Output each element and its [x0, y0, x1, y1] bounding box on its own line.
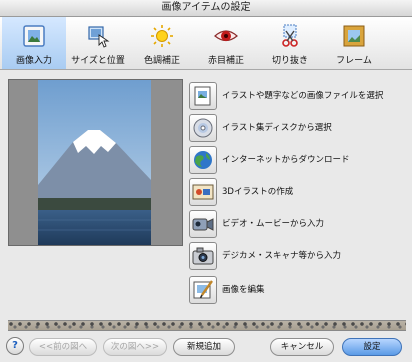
3d-illustration-button[interactable]: [189, 178, 217, 206]
digital-camera-icon: [192, 247, 214, 265]
action-label: ビデオ・ムービーから入力: [222, 219, 325, 229]
cancel-button[interactable]: キャンセル: [270, 338, 334, 356]
new-add-button[interactable]: 新規追加: [173, 338, 235, 356]
action-edit-image[interactable]: 画像を編集: [189, 276, 399, 304]
camera-scanner-input-button[interactable]: [189, 242, 217, 270]
frame-icon: [343, 25, 365, 47]
disc-icon: [193, 118, 213, 138]
action-label: インターネットからダウンロード: [222, 155, 350, 165]
action-label: イラストや題字などの画像ファイルを選択: [222, 91, 384, 101]
tab-image-input[interactable]: 画像入力: [2, 17, 66, 69]
action-label: イラスト集ディスクから選択: [222, 123, 332, 133]
tab-crop[interactable]: 切り抜き: [258, 17, 322, 69]
action-label: デジカメ・スキャナ等から入力: [222, 251, 342, 261]
color-correction-icon: [151, 25, 173, 47]
tab-label: 切り抜き: [271, 56, 308, 66]
action-select-image-file[interactable]: イラストや題字などの画像ファイルを選択: [189, 82, 399, 110]
tab-bar: 画像入力 サイズと位置 色調補正 赤目補正 切り抜き フレーム: [0, 17, 412, 70]
help-button[interactable]: ?: [6, 337, 24, 355]
video-input-button[interactable]: [189, 210, 217, 238]
select-image-file-button[interactable]: [189, 82, 217, 110]
tab-label: 色調補正: [143, 56, 180, 66]
image-file-icon: [194, 86, 211, 106]
tab-label: フレーム: [336, 56, 372, 66]
action-internet-download[interactable]: インターネットからダウンロード: [189, 146, 399, 174]
crop-icon: [282, 24, 298, 47]
edit-image-button[interactable]: [189, 276, 217, 304]
tab-red-eye[interactable]: 赤目補正: [194, 17, 258, 69]
tab-size-position[interactable]: サイズと位置: [66, 17, 130, 69]
internet-download-button[interactable]: [189, 146, 217, 174]
action-camera-scanner-input[interactable]: デジカメ・スキャナ等から入力: [189, 242, 399, 270]
window-title: 画像アイテムの設定: [0, 0, 412, 17]
action-label: 3Dイラストの作成: [222, 187, 294, 197]
size-position-icon: [88, 26, 110, 48]
internet-download-icon: [194, 151, 212, 169]
image-input-icon: [23, 25, 45, 47]
decorative-divider: [8, 320, 406, 331]
tab-color-correction[interactable]: 色調補正: [130, 17, 194, 69]
prev-figure-button[interactable]: <<前の図へ: [29, 338, 97, 356]
video-camera-icon: [192, 218, 214, 231]
tab-label: 画像入力: [15, 56, 52, 66]
3d-illustration-icon: [192, 184, 214, 200]
red-eye-icon: [214, 30, 238, 42]
select-from-disc-button[interactable]: [189, 114, 217, 142]
preview-photo: [38, 80, 151, 245]
ok-button[interactable]: 設定: [342, 338, 402, 356]
next-figure-button[interactable]: 次の図へ>>: [103, 338, 167, 356]
action-video-input[interactable]: ビデオ・ムービーから入力: [189, 210, 399, 238]
tab-label: サイズと位置: [71, 56, 125, 66]
action-3d-illustration[interactable]: 3Dイラストの作成: [189, 178, 399, 206]
tab-frame[interactable]: フレーム: [322, 17, 386, 69]
action-label: 画像を編集: [222, 285, 265, 295]
tab-label: 赤目補正: [207, 56, 244, 66]
image-preview: [8, 79, 183, 246]
action-select-from-disc[interactable]: イラスト集ディスクから選択: [189, 114, 399, 142]
edit-image-icon: [193, 280, 213, 299]
